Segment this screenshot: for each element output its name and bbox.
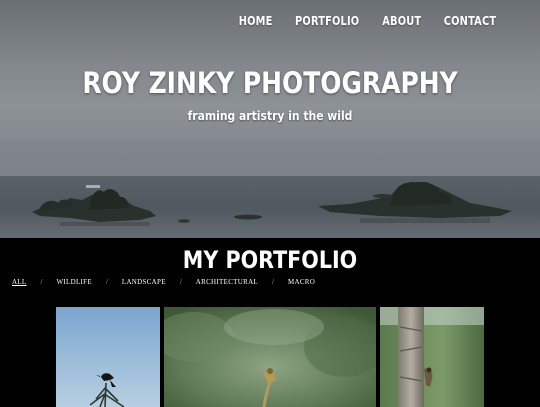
nav-contact-link[interactable]: CONTACT xyxy=(444,14,496,28)
nav-home-link[interactable]: HOME xyxy=(239,14,273,28)
nav-about-link[interactable]: ABOUT xyxy=(383,14,422,28)
portfolio-title: MY PORTFOLIO xyxy=(182,246,358,274)
filter-macro[interactable]: MACRO xyxy=(288,278,315,286)
site-tagline: framing artistry in the wild xyxy=(187,109,353,123)
filter-wildlife[interactable]: WILDLIFE xyxy=(56,278,91,286)
filter-all[interactable]: ALL xyxy=(12,278,27,286)
hero-banner: HOME PORTFOLIO ABOUT CONTACT ROY ZINKY P… xyxy=(0,0,540,238)
filter-separator: / xyxy=(179,278,182,286)
filter-landscape[interactable]: LANDSCAPE xyxy=(122,278,166,286)
gallery-tile[interactable] xyxy=(56,307,160,407)
filter-architectural[interactable]: ARCHITECTURAL xyxy=(196,278,258,286)
gallery-tile[interactable] xyxy=(380,307,484,407)
main-nav: HOME PORTFOLIO ABOUT CONTACT xyxy=(235,14,502,28)
nav-portfolio-link[interactable]: PORTFOLIO xyxy=(295,14,359,28)
portfolio-gallery xyxy=(0,307,540,407)
bird-in-forest-photo xyxy=(164,307,376,407)
site-title: ROY ZINKY PHOTOGRAPHY xyxy=(82,66,458,100)
filter-separator: / xyxy=(105,278,108,286)
filter-separator: / xyxy=(40,278,43,286)
portfolio-filter-bar: ALL / WILDLIFE / LANDSCAPE / ARCHITECTUR… xyxy=(12,278,315,286)
gallery-tile[interactable] xyxy=(164,307,376,407)
woodpecker-on-trunk-photo xyxy=(380,307,484,407)
filter-separator: / xyxy=(272,278,274,286)
portfolio-section: MY PORTFOLIO ALL / WILDLIFE / LANDSCAPE … xyxy=(0,238,540,407)
bird-on-treetop-photo xyxy=(56,307,160,407)
